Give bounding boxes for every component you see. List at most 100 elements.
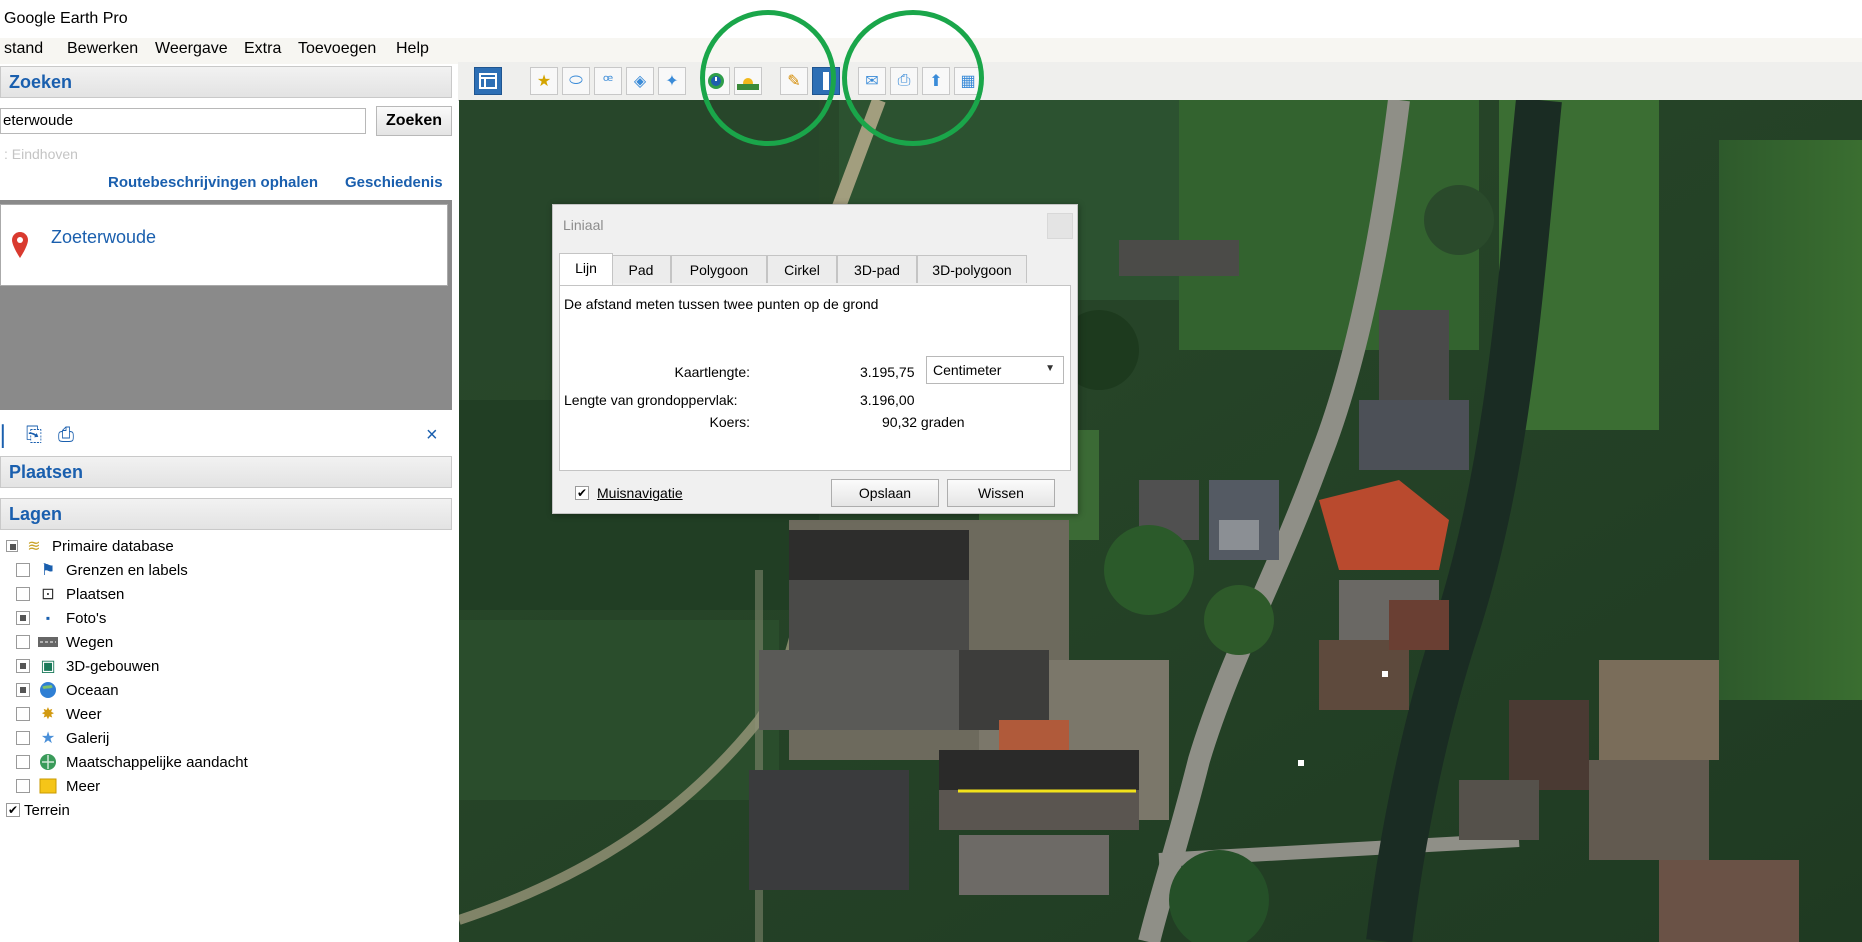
map-pin-icon bbox=[12, 232, 28, 258]
layer-label: Weer bbox=[66, 705, 102, 723]
highlight-circle bbox=[842, 10, 984, 146]
layer-item[interactable]: ★ Galerij bbox=[16, 726, 109, 750]
layer-checkbox[interactable] bbox=[16, 707, 30, 721]
map-length-value: 3.195,75 bbox=[860, 364, 915, 380]
building-icon: ▣ bbox=[40, 658, 56, 675]
flag-icon: ⚑ bbox=[40, 562, 56, 579]
sidebar-toggle-icon[interactable] bbox=[474, 67, 502, 95]
tab-3d-polygon[interactable]: 3D-polygoon bbox=[917, 255, 1027, 283]
print-results-icon[interactable]: ⎙ bbox=[58, 424, 74, 447]
layers-header-label: Lagen bbox=[9, 504, 63, 524]
image-overlay-icon[interactable]: ◈ bbox=[626, 67, 654, 95]
ruler-dialog: Liniaal Lijn Pad Polygoon Cirkel 3D-pad … bbox=[552, 204, 1078, 514]
search-result-item[interactable]: Zoeterwoude bbox=[0, 204, 448, 286]
route-link[interactable]: Routebeschrijvingen ophalen bbox=[108, 174, 318, 191]
layer-checkbox[interactable] bbox=[16, 635, 30, 649]
tab-path[interactable]: Pad bbox=[611, 255, 671, 283]
save-button[interactable]: Opslaan bbox=[831, 479, 939, 507]
layer-item[interactable]: Maatschappelijke aandacht bbox=[16, 750, 248, 774]
search-result-name: Zoeterwoude bbox=[51, 227, 157, 247]
layer-checkbox[interactable] bbox=[16, 779, 30, 793]
mouse-navigation-option[interactable]: ✔ Muisnavigatie bbox=[575, 485, 683, 501]
layer-item[interactable]: ✔ Terrein bbox=[6, 798, 70, 822]
unit-select[interactable]: Centimeter bbox=[926, 356, 1064, 384]
layer-item[interactable]: Meer bbox=[16, 774, 100, 798]
layer-item[interactable]: ⚑ Grenzen en labels bbox=[16, 558, 188, 582]
add-folder-icon[interactable]: ▏ bbox=[2, 424, 17, 449]
menu-file[interactable]: stand bbox=[4, 40, 43, 58]
layer-label: Foto's bbox=[66, 609, 107, 627]
menu-add[interactable]: Toevoegen bbox=[298, 40, 376, 58]
tab-3d-path[interactable]: 3D-pad bbox=[837, 255, 917, 283]
search-button[interactable]: Zoeken bbox=[376, 106, 452, 136]
clear-button[interactable]: Wissen bbox=[947, 479, 1055, 507]
globe-icon bbox=[38, 681, 58, 699]
dialog-close-button[interactable] bbox=[1047, 213, 1073, 239]
search-header-label: Zoeken bbox=[9, 72, 73, 92]
layer-label: Meer bbox=[66, 777, 101, 795]
layer-item[interactable]: ≋ Primaire database bbox=[6, 534, 174, 558]
toolbar: ★ ⬭ ꟹ ◈ ✦ ✎ ✉ ⎙ ⬆ ▦ bbox=[458, 62, 1862, 101]
layer-item[interactable]: Wegen bbox=[16, 630, 113, 654]
mouse-navigation-label: Muisnavigatie bbox=[597, 485, 683, 501]
star-icon: ★ bbox=[40, 730, 56, 747]
history-link[interactable]: Geschiedenis bbox=[345, 174, 443, 191]
places-panel-header[interactable]: Plaatsen bbox=[0, 456, 452, 488]
tab-polygon[interactable]: Polygoon bbox=[671, 255, 767, 283]
heading-label: Koers: bbox=[709, 414, 750, 430]
search-input[interactable]: eterwoude bbox=[0, 108, 366, 134]
ruler-dialog-title: Liniaal bbox=[563, 217, 604, 233]
layer-checkbox[interactable] bbox=[16, 731, 30, 745]
layer-item[interactable]: ▣ 3D-gebouwen bbox=[16, 654, 159, 678]
layer-item[interactable]: ⊡ Plaatsen bbox=[16, 582, 124, 606]
folder-icon bbox=[38, 777, 58, 795]
tab-line[interactable]: Lijn bbox=[559, 253, 613, 285]
layer-checkbox[interactable] bbox=[16, 587, 30, 601]
layer-checkbox[interactable] bbox=[16, 563, 30, 577]
layer-checkbox[interactable] bbox=[16, 683, 30, 697]
layer-item[interactable]: ▪ Foto's bbox=[16, 606, 106, 630]
measure-description: De afstand meten tussen twee punten op d… bbox=[564, 296, 879, 312]
layer-label: Oceaan bbox=[66, 681, 119, 699]
placemark-icon[interactable]: ★ bbox=[530, 67, 558, 95]
menu-edit[interactable]: Bewerken bbox=[67, 40, 138, 58]
globe-icon bbox=[38, 753, 58, 771]
layer-checkbox[interactable] bbox=[16, 659, 30, 673]
layer-checkbox[interactable] bbox=[16, 611, 30, 625]
road-icon bbox=[38, 633, 58, 651]
layer-label: Maatschappelijke aandacht bbox=[66, 753, 248, 771]
tab-circle[interactable]: Cirkel bbox=[767, 255, 837, 283]
places-header-label: Plaatsen bbox=[9, 462, 84, 482]
layer-label: Galerij bbox=[66, 729, 110, 747]
path-icon[interactable]: ꟹ bbox=[594, 67, 622, 95]
database-icon: ≋ bbox=[27, 538, 41, 555]
photo-icon: ▪ bbox=[45, 611, 51, 625]
sun-icon: ✸ bbox=[41, 706, 55, 723]
record-tour-icon[interactable]: ✦ bbox=[658, 67, 686, 95]
ruler-tab-pane: De afstand meten tussen twee punten op d… bbox=[559, 285, 1071, 471]
places-icon: ⊡ bbox=[41, 586, 55, 603]
layer-label: 3D-gebouwen bbox=[66, 657, 160, 675]
close-icon[interactable]: × bbox=[426, 424, 438, 447]
layer-label: Wegen bbox=[66, 633, 114, 651]
highlight-circle bbox=[700, 10, 836, 146]
ground-length-label: Lengte van grondoppervlak: bbox=[564, 392, 738, 408]
app-title: Google Earth Pro bbox=[4, 10, 128, 27]
search-panel-header[interactable]: Zoeken bbox=[0, 66, 452, 98]
polygon-icon[interactable]: ⬭ bbox=[562, 67, 590, 95]
layer-item[interactable]: ✸ Weer bbox=[16, 702, 102, 726]
menu-view[interactable]: Weergave bbox=[155, 40, 228, 58]
layer-label: Terrein bbox=[24, 801, 70, 819]
menu-tools[interactable]: Extra bbox=[244, 40, 281, 58]
layers-panel-header[interactable]: Lagen bbox=[0, 498, 452, 530]
panel-tools: ▏ ⎘ ⎙ × bbox=[0, 420, 452, 452]
mouse-navigation-checkbox[interactable]: ✔ bbox=[575, 486, 589, 500]
layer-item[interactable]: Oceaan bbox=[16, 678, 119, 702]
layer-checkbox[interactable]: ✔ bbox=[6, 803, 20, 817]
layer-checkbox[interactable] bbox=[16, 755, 30, 769]
copy-icon[interactable]: ⎘ bbox=[26, 424, 42, 447]
layer-label: Grenzen en labels bbox=[66, 561, 188, 579]
layer-checkbox[interactable] bbox=[6, 540, 18, 552]
heading-value: 90,32 graden bbox=[882, 414, 965, 430]
menu-help[interactable]: Help bbox=[396, 40, 429, 58]
